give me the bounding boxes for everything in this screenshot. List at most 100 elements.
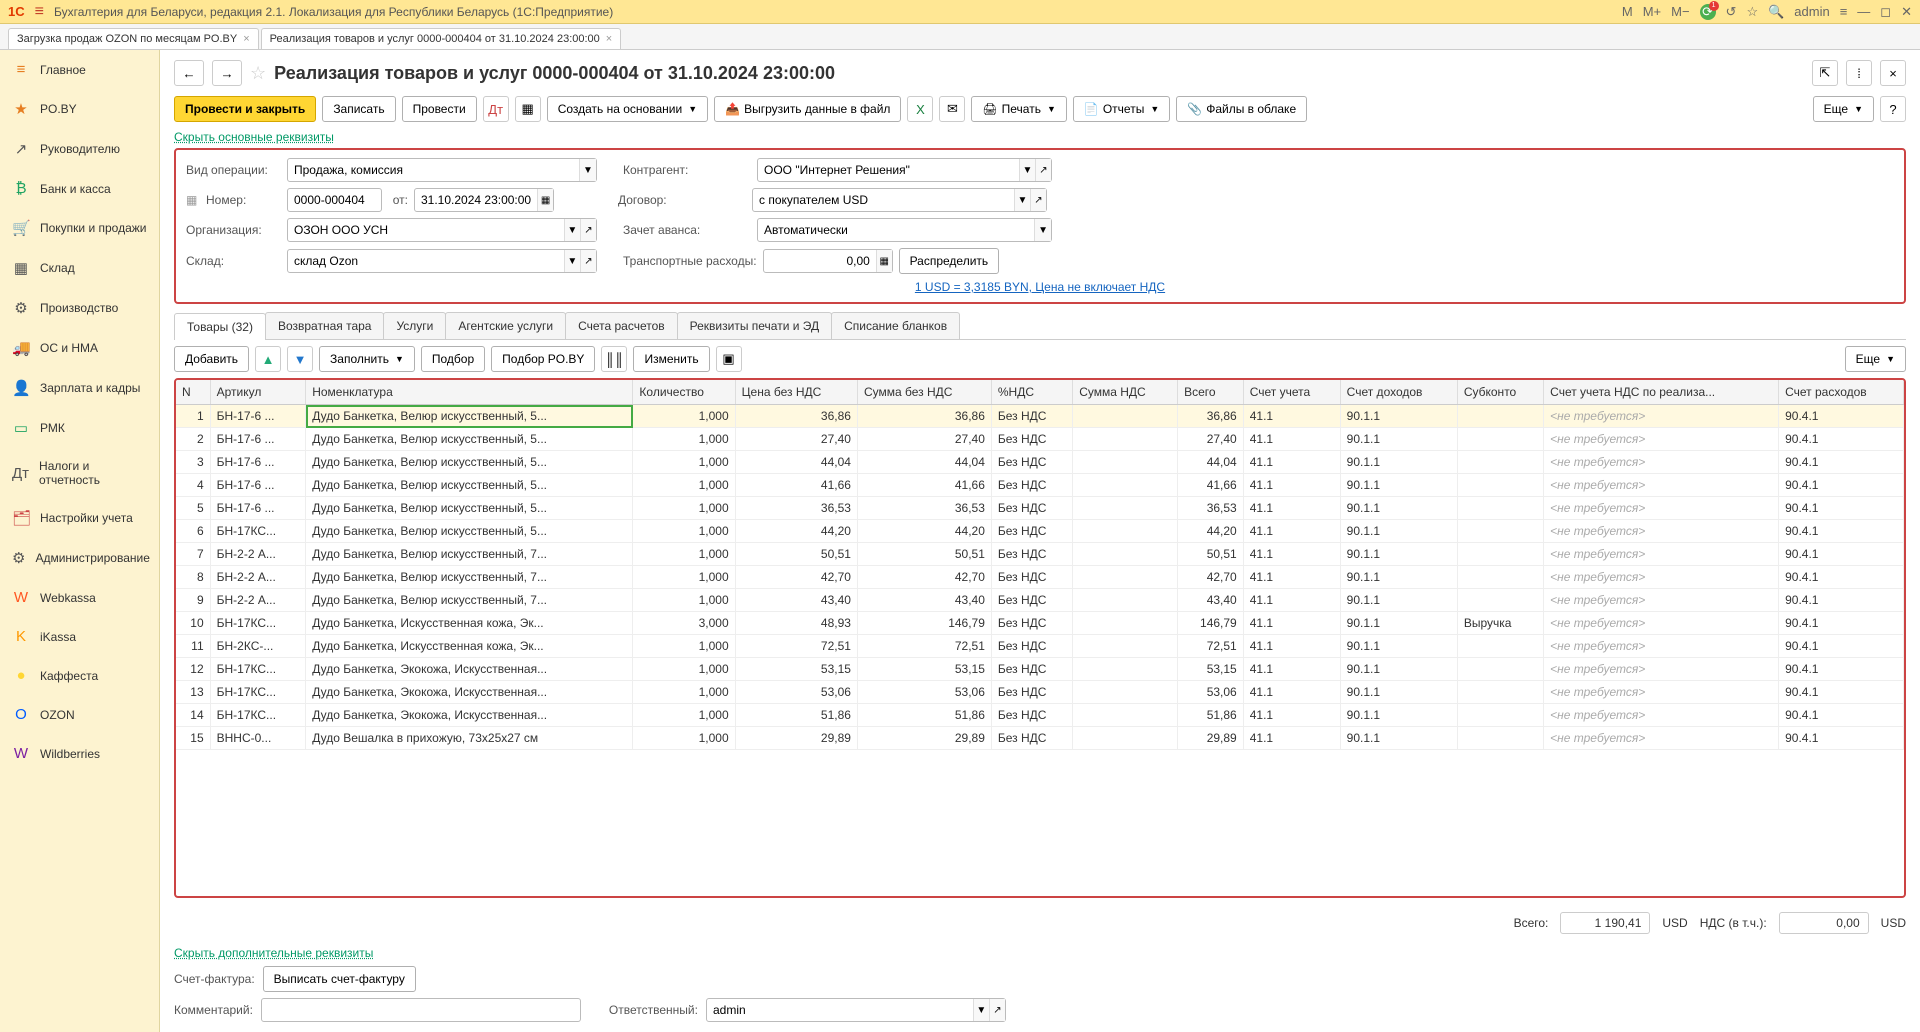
cell[interactable]: 90.4.1 — [1779, 520, 1904, 543]
cell[interactable]: 4 — [176, 474, 210, 497]
cell[interactable]: 90.1.1 — [1340, 405, 1457, 428]
cell[interactable]: 146,79 — [857, 612, 991, 635]
cell[interactable]: <не требуется> — [1544, 566, 1779, 589]
cell[interactable] — [1073, 635, 1178, 658]
tab-close-icon[interactable]: × — [243, 33, 249, 45]
cell[interactable]: БН-17-6 ... — [210, 428, 306, 451]
cell[interactable]: Без НДС — [991, 428, 1072, 451]
open-icon[interactable]: ↗ — [580, 250, 596, 272]
cell[interactable]: Дудо Банкетка, Велюр искусственный, 5... — [306, 428, 633, 451]
cell[interactable]: Дудо Вешалка в прихожую, 73х25х27 см — [306, 727, 633, 750]
cell[interactable]: 42,70 — [1178, 566, 1244, 589]
sidebar-item[interactable]: ≡Главное — [0, 50, 159, 89]
cell[interactable]: 41.1 — [1243, 589, 1340, 612]
responsible-input[interactable]: ▼↗ — [706, 998, 1006, 1022]
cell[interactable]: БН-2КС-... — [210, 635, 306, 658]
collapse-icon[interactable]: ⁞ — [1846, 60, 1872, 86]
hide-requisites-link[interactable]: Скрыть основные реквизиты — [160, 130, 1920, 144]
cell[interactable] — [1073, 589, 1178, 612]
write-button[interactable]: Записать — [322, 96, 395, 122]
cell[interactable] — [1457, 658, 1543, 681]
cell[interactable]: 44,04 — [1178, 451, 1244, 474]
cell[interactable] — [1073, 543, 1178, 566]
post-button[interactable]: Провести — [402, 96, 477, 122]
goods-table[interactable]: NАртикулНоменклатураКоличествоЦена без Н… — [174, 378, 1906, 898]
cell[interactable] — [1073, 612, 1178, 635]
cell[interactable]: 41,66 — [735, 474, 857, 497]
cell[interactable]: 36,53 — [1178, 497, 1244, 520]
cell[interactable]: 41,66 — [857, 474, 991, 497]
cell[interactable]: 1,000 — [633, 497, 735, 520]
cell[interactable]: 90.4.1 — [1779, 704, 1904, 727]
sidebar-item[interactable]: KiKassa — [0, 617, 159, 656]
cell[interactable]: 1,000 — [633, 428, 735, 451]
number-input[interactable] — [287, 188, 382, 212]
cell[interactable]: 41.1 — [1243, 428, 1340, 451]
cell[interactable]: 41.1 — [1243, 474, 1340, 497]
cell[interactable]: 90.4.1 — [1779, 474, 1904, 497]
cell[interactable]: 90.1.1 — [1340, 658, 1457, 681]
cell[interactable]: <не требуется> — [1544, 681, 1779, 704]
maximize-icon[interactable]: ◻ — [1880, 4, 1891, 20]
column-header[interactable]: Счет расходов — [1779, 380, 1904, 405]
history-icon[interactable]: ↺ — [1726, 4, 1737, 20]
section-tab[interactable]: Реквизиты печати и ЭД — [677, 312, 833, 339]
cell[interactable]: 1,000 — [633, 474, 735, 497]
cell[interactable]: 14 — [176, 704, 210, 727]
cell[interactable]: 90.1.1 — [1340, 520, 1457, 543]
calc-m-plus-button[interactable]: M+ — [1643, 4, 1661, 19]
cell[interactable]: <не требуется> — [1544, 589, 1779, 612]
cell[interactable]: Без НДС — [991, 589, 1072, 612]
dropdown-icon[interactable]: ▼ — [564, 219, 580, 241]
column-header[interactable]: Сумма без НДС — [857, 380, 991, 405]
sidebar-item[interactable]: ⚙Производство — [0, 288, 159, 328]
section-tab[interactable]: Списание бланков — [831, 312, 960, 339]
cell[interactable]: 90.1.1 — [1340, 543, 1457, 566]
cell[interactable]: 146,79 — [1178, 612, 1244, 635]
tab-realization[interactable]: Реализация товаров и услуг 0000-000404 о… — [261, 28, 622, 49]
cell[interactable]: 90.1.1 — [1340, 566, 1457, 589]
cell[interactable]: 51,86 — [857, 704, 991, 727]
cell[interactable]: 90.4.1 — [1779, 612, 1904, 635]
files-cloud-button[interactable]: 📎 Файлы в облаке — [1176, 96, 1307, 122]
cell[interactable]: 27,40 — [857, 428, 991, 451]
dropdown-icon[interactable]: ▼ — [1034, 219, 1051, 241]
create-basis-button[interactable]: Создать на основании▼ — [547, 96, 708, 122]
table-row[interactable]: 1БН-17-6 ...Дудо Банкетка, Велюр искусст… — [176, 405, 1904, 428]
cell[interactable]: 15 — [176, 727, 210, 750]
cell[interactable]: 2 — [176, 428, 210, 451]
cell[interactable]: <не требуется> — [1544, 474, 1779, 497]
comment-input[interactable] — [261, 998, 581, 1022]
cell[interactable]: 41.1 — [1243, 612, 1340, 635]
cell[interactable]: Без НДС — [991, 520, 1072, 543]
cell[interactable]: 90.4.1 — [1779, 428, 1904, 451]
close-icon[interactable]: ✕ — [1901, 4, 1912, 20]
cell[interactable]: БН-17-6 ... — [210, 497, 306, 520]
move-up-icon[interactable]: ▲ — [255, 346, 281, 372]
print-button[interactable]: 🖨 Печать▼ — [971, 96, 1066, 122]
cell[interactable]: Дудо Банкетка, Искусственная кожа, Эк... — [306, 612, 633, 635]
cell[interactable]: 41.1 — [1243, 566, 1340, 589]
gtd-icon[interactable]: ▣ — [716, 346, 742, 372]
cell[interactable]: Дудо Банкетка, Экокожа, Искусственная... — [306, 681, 633, 704]
distribute-button[interactable]: Распределить — [899, 248, 1000, 274]
cell[interactable]: БН-2-2 А... — [210, 543, 306, 566]
cell[interactable]: 1,000 — [633, 635, 735, 658]
cell[interactable]: 90.1.1 — [1340, 681, 1457, 704]
table-row[interactable]: 3БН-17-6 ...Дудо Банкетка, Велюр искусст… — [176, 451, 1904, 474]
cell[interactable]: 10 — [176, 612, 210, 635]
cell[interactable]: 90.1.1 — [1340, 474, 1457, 497]
cell[interactable]: 72,51 — [1178, 635, 1244, 658]
table-row[interactable]: 13БН-17КС...Дудо Банкетка, Экокожа, Иску… — [176, 681, 1904, 704]
cell[interactable]: 8 — [176, 566, 210, 589]
cell[interactable]: 90.4.1 — [1779, 589, 1904, 612]
sidebar-item[interactable]: 🛒Покупки и продажи — [0, 208, 159, 248]
cell[interactable]: 90.4.1 — [1779, 566, 1904, 589]
cell[interactable] — [1073, 704, 1178, 727]
column-header[interactable]: Всего — [1178, 380, 1244, 405]
cell[interactable]: <не требуется> — [1544, 428, 1779, 451]
cell[interactable]: Выручка — [1457, 612, 1543, 635]
cell[interactable]: 90.4.1 — [1779, 658, 1904, 681]
cell[interactable]: БН-17-6 ... — [210, 474, 306, 497]
cell[interactable] — [1073, 566, 1178, 589]
